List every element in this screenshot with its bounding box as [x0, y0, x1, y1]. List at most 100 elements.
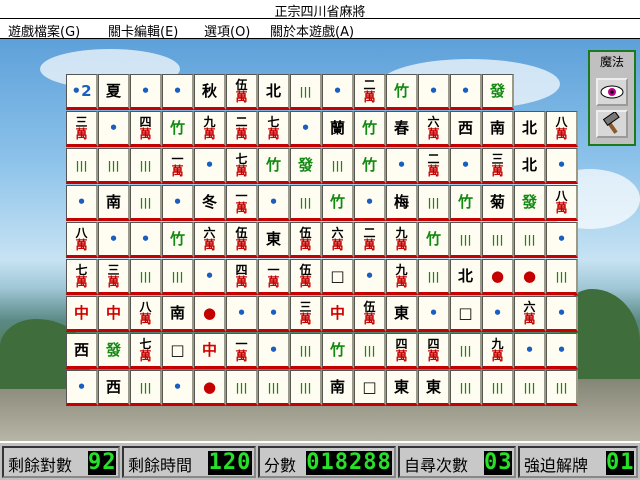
mahjong-tile[interactable]: 七萬 — [130, 333, 162, 369]
mahjong-tile[interactable]: • — [482, 296, 514, 332]
mahjong-tile[interactable]: 九萬 — [386, 222, 418, 258]
mahjong-tile[interactable]: 西 — [66, 333, 98, 369]
mahjong-tile[interactable]: •2 — [66, 74, 98, 110]
menu-edit[interactable]: 關卡編輯(E) — [108, 21, 178, 40]
mahjong-tile[interactable]: ||| — [450, 333, 482, 369]
menu-about[interactable]: 關於本遊戲(A) — [270, 21, 354, 40]
mahjong-tile[interactable]: ● — [482, 259, 514, 295]
mahjong-tile[interactable]: 南 — [162, 296, 194, 332]
mahjong-tile[interactable]: 北 — [514, 148, 546, 184]
mahjong-tile[interactable]: 一萬 — [162, 148, 194, 184]
mahjong-tile[interactable]: • — [162, 185, 194, 221]
mahjong-tile[interactable]: 竹 — [450, 185, 482, 221]
mahjong-tile[interactable]: 六萬 — [418, 111, 450, 147]
mahjong-tile[interactable]: 冬 — [194, 185, 226, 221]
mahjong-tile[interactable]: 南 — [482, 111, 514, 147]
mahjong-tile[interactable]: ||| — [418, 185, 450, 221]
mahjong-tile[interactable]: ● — [194, 296, 226, 332]
mahjong-tile[interactable]: 發 — [290, 148, 322, 184]
mahjong-tile[interactable]: ||| — [450, 222, 482, 258]
mahjong-tile[interactable]: 中 — [194, 333, 226, 369]
mahjong-tile[interactable]: 二萬 — [354, 222, 386, 258]
mahjong-tile[interactable]: 竹 — [354, 148, 386, 184]
mahjong-tile[interactable]: • — [290, 111, 322, 147]
mahjong-tile[interactable]: 竹 — [258, 148, 290, 184]
mahjong-tile[interactable]: 竹 — [322, 185, 354, 221]
mahjong-tile[interactable]: • — [354, 259, 386, 295]
mahjong-tile[interactable]: ||| — [546, 370, 578, 406]
mahjong-tile[interactable]: ||| — [514, 370, 546, 406]
mahjong-tile[interactable]: 秋 — [194, 74, 226, 110]
mahjong-tile[interactable]: 七萬 — [226, 148, 258, 184]
mahjong-tile[interactable]: □ — [162, 333, 194, 369]
mahjong-tile[interactable]: 伍萬 — [226, 222, 258, 258]
eye-button[interactable] — [596, 78, 628, 106]
mahjong-tile[interactable]: • — [418, 296, 450, 332]
mahjong-tile[interactable]: 一萬 — [226, 333, 258, 369]
mahjong-tile[interactable]: ||| — [354, 333, 386, 369]
mahjong-tile[interactable]: 九萬 — [482, 333, 514, 369]
mahjong-tile[interactable]: 伍萬 — [290, 222, 322, 258]
mahjong-tile[interactable]: • — [130, 222, 162, 258]
mahjong-tile[interactable]: 中 — [322, 296, 354, 332]
mahjong-tile[interactable]: • — [546, 148, 578, 184]
mahjong-tile[interactable]: ● — [194, 370, 226, 406]
mahjong-tile[interactable]: ||| — [514, 222, 546, 258]
mahjong-tile[interactable]: 六萬 — [194, 222, 226, 258]
mahjong-tile[interactable]: • — [162, 74, 194, 110]
mahjong-tile[interactable]: • — [258, 185, 290, 221]
mahjong-tile[interactable]: • — [258, 333, 290, 369]
mahjong-tile[interactable]: • — [354, 185, 386, 221]
mahjong-tile[interactable]: • — [226, 296, 258, 332]
mahjong-tile[interactable]: 七萬 — [258, 111, 290, 147]
mahjong-tile[interactable]: 八萬 — [546, 111, 578, 147]
mahjong-tile[interactable]: • — [258, 296, 290, 332]
mahjong-tile[interactable]: 夏 — [98, 74, 130, 110]
mahjong-tile[interactable]: • — [322, 74, 354, 110]
mahjong-tile[interactable]: ||| — [130, 370, 162, 406]
mahjong-tile[interactable]: 東 — [386, 296, 418, 332]
mahjong-tile[interactable]: ||| — [290, 370, 322, 406]
mahjong-tile[interactable]: ||| — [290, 74, 322, 110]
mahjong-tile[interactable]: ||| — [290, 333, 322, 369]
mahjong-tile[interactable]: 蘭 — [322, 111, 354, 147]
mahjong-tile[interactable]: 發 — [514, 185, 546, 221]
mahjong-tile[interactable]: ||| — [130, 185, 162, 221]
mahjong-tile[interactable]: ||| — [546, 259, 578, 295]
mahjong-tile[interactable]: • — [66, 370, 98, 406]
mahjong-tile[interactable]: 伍萬 — [354, 296, 386, 332]
mahjong-tile[interactable]: 竹 — [386, 74, 418, 110]
mahjong-tile[interactable]: 八萬 — [130, 296, 162, 332]
mahjong-tile[interactable]: 北 — [258, 74, 290, 110]
mahjong-tile[interactable]: 中 — [66, 296, 98, 332]
mahjong-tile[interactable]: 發 — [98, 333, 130, 369]
mahjong-tile[interactable]: • — [162, 370, 194, 406]
mahjong-tile[interactable]: 二萬 — [418, 148, 450, 184]
mahjong-tile[interactable]: 四萬 — [130, 111, 162, 147]
mahjong-tile[interactable]: 三萬 — [66, 111, 98, 147]
mahjong-tile[interactable]: 三萬 — [290, 296, 322, 332]
mahjong-tile[interactable]: 三萬 — [98, 259, 130, 295]
mahjong-tile[interactable]: • — [546, 222, 578, 258]
mahjong-tile[interactable]: 七萬 — [66, 259, 98, 295]
mahjong-tile[interactable]: 北 — [514, 111, 546, 147]
mahjong-tile[interactable]: ||| — [98, 148, 130, 184]
mahjong-tile[interactable]: 八萬 — [66, 222, 98, 258]
mahjong-tile[interactable]: 東 — [258, 222, 290, 258]
mahjong-tile[interactable]: 竹 — [354, 111, 386, 147]
mahjong-tile[interactable]: 中 — [98, 296, 130, 332]
mahjong-tile[interactable]: ||| — [290, 185, 322, 221]
mahjong-tile[interactable]: □ — [450, 296, 482, 332]
mahjong-tile[interactable]: • — [130, 74, 162, 110]
mahjong-tile[interactable]: ||| — [322, 148, 354, 184]
mahjong-tile[interactable]: 四萬 — [418, 333, 450, 369]
mahjong-tile[interactable]: 竹 — [418, 222, 450, 258]
mahjong-tile[interactable]: • — [514, 333, 546, 369]
mahjong-tile[interactable]: 竹 — [162, 111, 194, 147]
mahjong-tile[interactable]: 竹 — [322, 333, 354, 369]
mahjong-tile[interactable]: • — [546, 296, 578, 332]
mahjong-tile[interactable]: □ — [322, 259, 354, 295]
mahjong-tile[interactable]: 菊 — [482, 185, 514, 221]
mahjong-tile[interactable]: ||| — [450, 370, 482, 406]
mahjong-tile[interactable]: • — [98, 111, 130, 147]
